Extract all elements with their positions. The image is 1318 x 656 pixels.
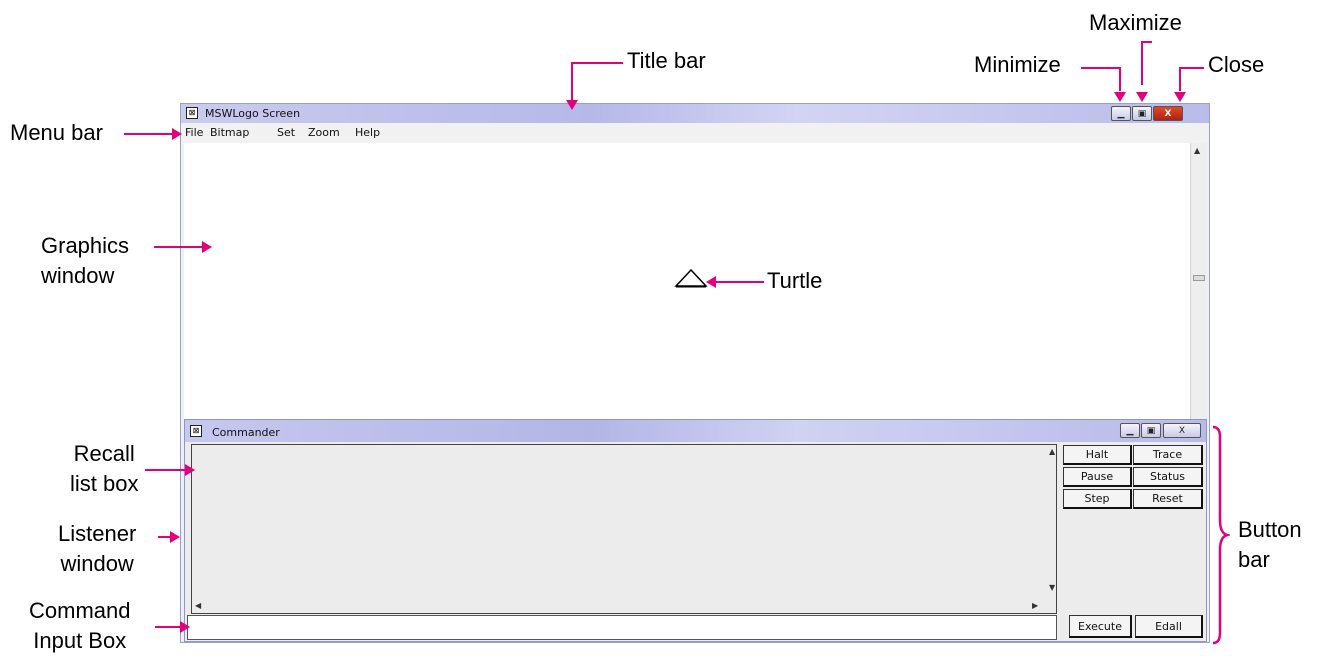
graphics-vertical-scrollbar[interactable]: ▲: [1190, 143, 1207, 419]
maximize-icon: ▣: [1146, 425, 1156, 436]
menu-set[interactable]: Set: [277, 126, 295, 139]
execute-button[interactable]: Execute: [1069, 615, 1132, 638]
pause-button[interactable]: Pause: [1063, 467, 1132, 487]
minimize-button[interactable]: ▁: [1111, 106, 1131, 121]
scroll-thumb[interactable]: [1193, 275, 1205, 281]
arrow-right-icon: [180, 621, 190, 633]
maximize-icon: ▣: [1137, 108, 1147, 119]
scroll-left-arrow-icon[interactable]: ◀: [195, 601, 201, 610]
minimize-icon: ▁: [1117, 108, 1125, 119]
halt-button[interactable]: Halt: [1063, 445, 1132, 465]
recall-horizontal-scrollbar[interactable]: ◀ ▶: [192, 599, 1048, 613]
menu-bar: File Bitmap Set Zoom Help: [181, 123, 1209, 143]
annotation-line: [571, 62, 573, 101]
annotation-close: Close: [1208, 52, 1265, 77]
annotation-menu-bar: Menu bar: [10, 120, 103, 145]
menu-help[interactable]: Help: [355, 126, 380, 139]
status-button[interactable]: Status: [1133, 467, 1203, 487]
scroll-up-arrow-icon[interactable]: ▲: [1194, 146, 1200, 155]
commander-app-icon[interactable]: ⊠: [190, 425, 202, 437]
arrow-down-icon: [1136, 92, 1148, 102]
arrow-down-icon: [566, 100, 578, 110]
annotation-line: [571, 62, 623, 64]
annotation-line: [1179, 67, 1204, 69]
commander-window: ⊠ Commander ▁ ▣ X ▲ ▼ ◀ ▶ Halt Trace Pau…: [184, 419, 1207, 642]
minimize-icon: ▁: [1126, 425, 1134, 436]
commander-minimize-button[interactable]: ▁: [1120, 423, 1140, 438]
close-button[interactable]: X: [1153, 106, 1183, 121]
reset-button[interactable]: Reset: [1133, 489, 1203, 509]
mswlogo-main-window: ⊠ MSWLogo Screen ▁ ▣ X File Bitmap Set Z…: [180, 103, 1210, 643]
edall-button[interactable]: Edall: [1135, 615, 1203, 638]
annotation-line: [154, 246, 202, 248]
arrow-right-icon: [170, 531, 180, 543]
annotation-line: [158, 536, 170, 538]
arrow-right-icon: [172, 128, 182, 140]
scroll-right-arrow-icon[interactable]: ▶: [1032, 601, 1038, 610]
annotation-line: [124, 133, 172, 135]
annotation-command-input-box: Command Input Box: [29, 598, 131, 653]
trace-button[interactable]: Trace: [1133, 445, 1203, 465]
command-input-box[interactable]: [187, 615, 1057, 640]
recall-vertical-scrollbar[interactable]: ▲ ▼: [1048, 445, 1058, 599]
menu-bitmap[interactable]: Bitmap: [210, 126, 249, 139]
annotation-listener-window: Listener window: [58, 521, 137, 576]
annotation-line: [716, 281, 764, 283]
title-bar[interactable]: ⊠ MSWLogo Screen ▁ ▣ X: [181, 104, 1209, 123]
scroll-down-arrow-icon[interactable]: ▼: [1049, 583, 1055, 592]
annotation-button-bar: Button bar: [1238, 517, 1302, 572]
commander-maximize-button[interactable]: ▣: [1141, 423, 1161, 438]
menu-zoom[interactable]: Zoom: [308, 126, 340, 139]
arrow-down-icon: [1174, 92, 1186, 102]
annotation-line: [1081, 67, 1119, 69]
arrow-right-icon: [202, 241, 212, 253]
annotation-line: [155, 626, 182, 628]
arrow-left-icon: [706, 276, 716, 288]
annotation-minimize: Minimize: [974, 52, 1061, 77]
close-icon: X: [1164, 108, 1172, 119]
commander-title: Commander: [212, 426, 280, 439]
logo-app-icon[interactable]: ⊠: [186, 107, 198, 119]
arrow-right-icon: [185, 464, 195, 476]
arrow-down-icon: [1114, 92, 1126, 102]
annotation-title-bar: Title bar: [627, 48, 706, 73]
commander-close-button[interactable]: X: [1163, 423, 1201, 438]
button-bar-brace: [1212, 425, 1230, 645]
annotation-recall-list-box: Recall list box: [70, 441, 139, 496]
menu-file[interactable]: File: [185, 126, 203, 139]
annotation-line: [1141, 41, 1143, 85]
recall-list-box[interactable]: ▲ ▼ ◀ ▶: [191, 444, 1057, 614]
turtle-icon: [674, 268, 708, 288]
annotation-line: [1119, 67, 1121, 91]
close-icon: X: [1178, 425, 1186, 436]
step-button[interactable]: Step: [1063, 489, 1132, 509]
window-title: MSWLogo Screen: [205, 107, 301, 120]
annotation-line: [1179, 67, 1181, 91]
maximize-button[interactable]: ▣: [1132, 106, 1152, 121]
annotation-graphics-window: Graphics window: [41, 233, 130, 288]
scroll-up-arrow-icon[interactable]: ▲: [1049, 447, 1055, 456]
annotation-turtle: Turtle: [767, 268, 823, 293]
annotation-line: [145, 469, 185, 471]
commander-title-bar[interactable]: ⊠ Commander ▁ ▣ X: [185, 420, 1206, 442]
annotation-maximize: Maximize: [1089, 10, 1182, 35]
graphics-window[interactable]: [184, 143, 1190, 419]
